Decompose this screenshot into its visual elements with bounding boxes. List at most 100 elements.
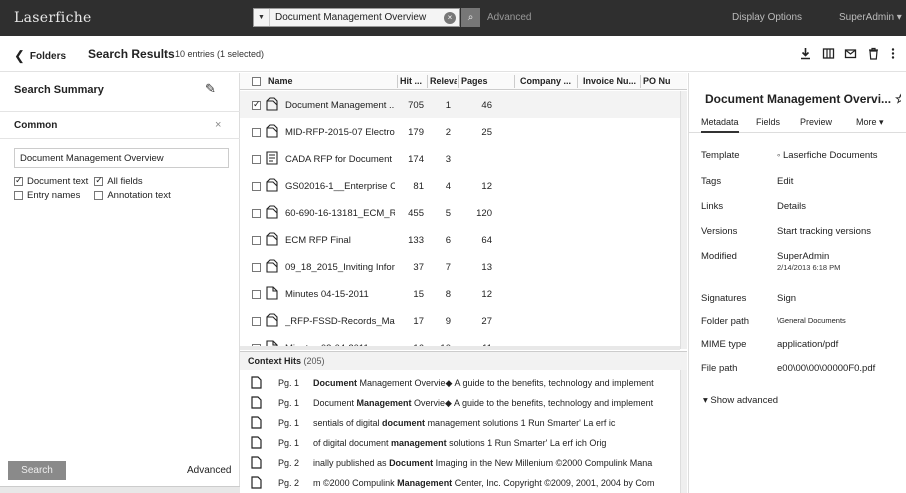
columns-icon[interactable]: [822, 47, 835, 60]
cell-relevance: 6: [445, 235, 451, 246]
common-section-header[interactable]: Common ×: [0, 111, 240, 139]
checkbox-unchecked-icon[interactable]: [252, 290, 261, 299]
table-row[interactable]: ECM RFP Final 133 6 64: [240, 226, 680, 253]
email-icon[interactable]: [844, 47, 857, 60]
table-row[interactable]: 60-690-16-13181_ECM_RFP 455 5 120: [240, 199, 680, 226]
column-header-relevance[interactable]: Relevance: [430, 76, 457, 86]
context-hit-row[interactable]: Pg. 1 sentials of digital document manage…: [240, 414, 680, 434]
checkbox-checked-icon[interactable]: [94, 175, 104, 186]
advanced-link[interactable]: Advanced: [187, 465, 231, 476]
pin-icon[interactable]: ✎: [205, 81, 216, 97]
checkbox-unchecked-icon[interactable]: [252, 209, 261, 218]
table-row[interactable]: MID-RFP-2015-07 Electron... 179 2 25: [240, 118, 680, 145]
search-go-icon[interactable]: ⌕: [461, 8, 480, 27]
cell-name[interactable]: Minutes 04-15-2011: [285, 289, 395, 300]
checkbox-unchecked-icon[interactable]: [252, 128, 261, 137]
checkbox-unchecked-icon[interactable]: [252, 182, 261, 191]
annotation-text-checkbox[interactable]: Annotation text: [94, 190, 171, 201]
checkbox-unchecked-icon[interactable]: [252, 155, 261, 164]
column-header-name[interactable]: Name: [268, 76, 298, 86]
search-dropdown-icon[interactable]: ▼: [254, 9, 270, 26]
cell-name[interactable]: 60-690-16-13181_ECM_RFP: [285, 208, 395, 219]
tab-preview[interactable]: Preview: [800, 117, 832, 127]
property-value[interactable]: ◦ Laserfiche Documents: [777, 150, 878, 161]
cell-relevance: 8: [445, 289, 451, 300]
hit-snippet: m ©2000 Compulink Management Center, Inc…: [313, 478, 681, 488]
table-row[interactable]: _RFP-FSSD-Records_Man... 17 9 27: [240, 307, 680, 334]
tab-metadata[interactable]: Metadata: [701, 117, 739, 133]
horizontal-scrollbar[interactable]: [240, 346, 680, 350]
property-label: Tags: [701, 176, 722, 187]
entry-names-checkbox[interactable]: Entry names: [14, 190, 80, 201]
tab-fields[interactable]: Fields: [756, 117, 780, 127]
vertical-scrollbar[interactable]: [680, 370, 687, 493]
cell-pages: 120: [476, 208, 492, 219]
display-options-menu[interactable]: Display Options: [732, 12, 802, 23]
column-header-pages[interactable]: Pages: [461, 76, 493, 86]
hit-page: Pg. 1: [278, 418, 300, 428]
cell-relevance: 1: [445, 100, 451, 111]
snippet-match: Document: [313, 378, 358, 388]
checkbox-unchecked-icon[interactable]: [252, 236, 261, 245]
trash-icon[interactable]: [867, 47, 880, 60]
quick-search-box[interactable]: ▼ Document Management Overview ×: [253, 8, 460, 27]
checkbox-checked-icon[interactable]: [252, 99, 261, 110]
checkbox-unchecked-icon[interactable]: [252, 317, 261, 326]
cell-name[interactable]: 09_18_2015_Inviting Infor...: [285, 262, 395, 273]
property-value[interactable]: Sign: [777, 293, 796, 304]
cell-relevance: 2: [445, 127, 451, 138]
cell-relevance: 7: [445, 262, 451, 273]
star-icon[interactable]: ☆: [895, 92, 901, 106]
horizontal-scrollbar[interactable]: [0, 486, 240, 493]
more-options-icon[interactable]: [890, 47, 896, 60]
table-row[interactable]: Document Management ... 705 1 46: [240, 91, 680, 118]
user-menu[interactable]: SuperAdmin ▾: [839, 12, 902, 23]
cell-name[interactable]: _RFP-FSSD-Records_Man...: [285, 316, 395, 327]
checkbox-unchecked-icon[interactable]: [94, 191, 104, 200]
cell-name[interactable]: GS02016-1__Enterprise C...: [285, 181, 395, 192]
context-hit-row[interactable]: Pg. 2 inally published as Document Imagin…: [240, 454, 680, 474]
download-icon[interactable]: [799, 47, 812, 60]
cell-hits: 17: [413, 316, 424, 327]
all-fields-checkbox[interactable]: All fields: [94, 175, 143, 187]
cell-name[interactable]: Document Management ...: [285, 100, 395, 111]
table-row[interactable]: 09_18_2015_Inviting Infor... 37 7 13: [240, 253, 680, 280]
advanced-search-link[interactable]: Advanced: [487, 12, 531, 23]
snippet-match: Management: [397, 478, 453, 488]
select-all-checkbox[interactable]: [252, 77, 261, 86]
context-hit-row[interactable]: Pg. 2 m ©2000 Compulink Management Center…: [240, 474, 680, 493]
property-value[interactable]: Details: [777, 201, 806, 212]
quick-search-input[interactable]: Document Management Overview: [270, 12, 444, 23]
show-advanced-link[interactable]: ▾ Show advanced: [703, 395, 778, 406]
table-row[interactable]: GS02016-1__Enterprise C... 81 4 12: [240, 172, 680, 199]
show-advanced-label: Show advanced: [710, 395, 779, 406]
folders-label: Folders: [29, 50, 67, 62]
column-header-hits[interactable]: Hit ...: [400, 76, 426, 86]
document-icon: [266, 232, 278, 246]
vertical-scrollbar[interactable]: [680, 91, 687, 349]
search-term-input[interactable]: [14, 148, 229, 168]
property-label: Links: [701, 201, 724, 212]
checkbox-checked-icon[interactable]: [14, 175, 23, 186]
column-header-company[interactable]: Company ...: [520, 76, 573, 86]
column-header-po[interactable]: PO Nu: [643, 76, 679, 86]
checkbox-unchecked-icon[interactable]: [252, 263, 261, 272]
close-icon[interactable]: ×: [215, 119, 221, 131]
table-row[interactable]: CADA RFP for Document S... 174 3: [240, 145, 680, 172]
search-button[interactable]: Search: [8, 461, 66, 480]
property-value[interactable]: Start tracking versions: [777, 226, 871, 237]
folders-back-button[interactable]: ❮ Folders: [14, 48, 66, 64]
column-header-invoice[interactable]: Invoice Nu...: [583, 76, 636, 86]
document-text-checkbox[interactable]: Document text: [14, 175, 88, 187]
context-hit-row[interactable]: Pg. 1 Document Management Overvie◆ A guid…: [240, 394, 680, 414]
context-hit-row[interactable]: Pg. 1 Document Management Overvie◆ A guid…: [240, 374, 680, 394]
cell-name[interactable]: CADA RFP for Document S...: [285, 154, 395, 165]
table-row[interactable]: Minutes 04-15-2011 15 8 12: [240, 280, 680, 307]
tab-more[interactable]: More ▾: [856, 117, 884, 128]
clear-search-icon[interactable]: ×: [444, 11, 456, 24]
checkbox-unchecked-icon[interactable]: [14, 191, 23, 200]
cell-name[interactable]: MID-RFP-2015-07 Electron...: [285, 127, 395, 138]
context-hit-row[interactable]: Pg. 1 of digital document management solu…: [240, 434, 680, 454]
cell-name[interactable]: ECM RFP Final: [285, 235, 395, 246]
property-value[interactable]: Edit: [777, 176, 793, 187]
